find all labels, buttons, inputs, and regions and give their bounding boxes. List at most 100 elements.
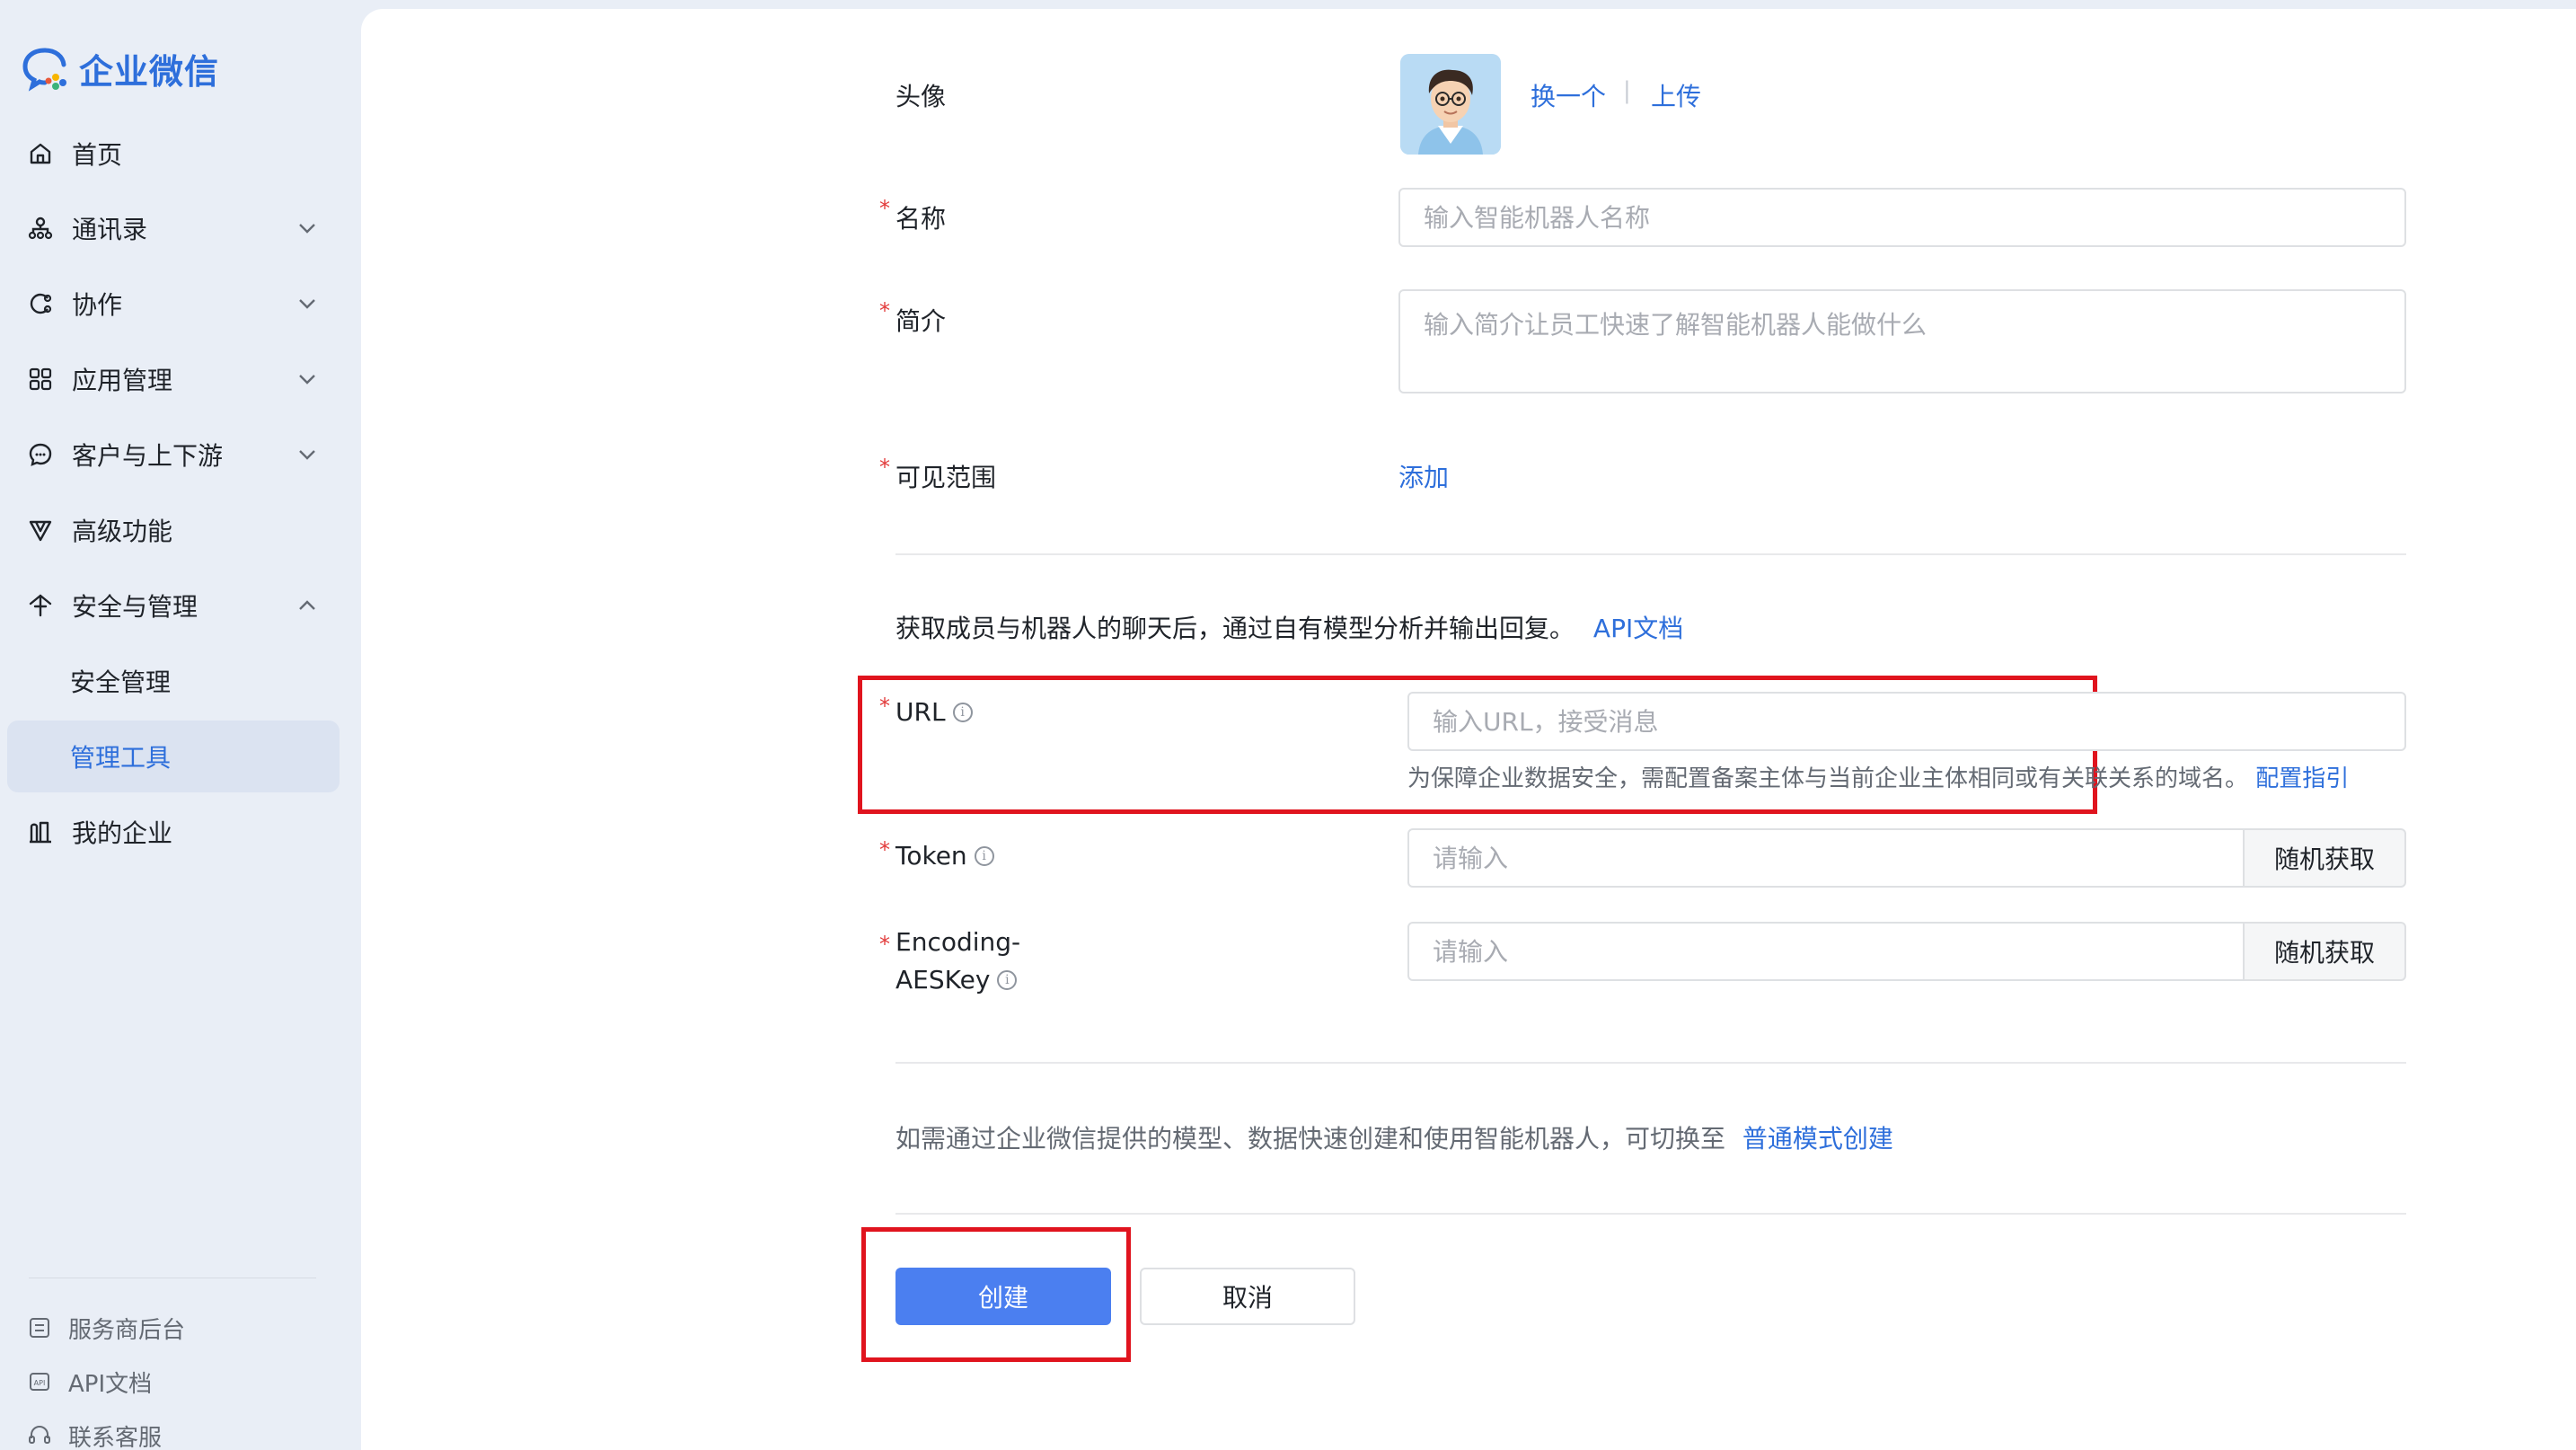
sidebar-item-contacts[interactable]: 通讯录 <box>7 192 340 264</box>
name-label: * 名称 <box>879 196 947 235</box>
sidebar-footer: 服务商后台 API API文档 联系客服 <box>27 1301 332 1450</box>
chevron-down-icon <box>299 450 315 460</box>
normal-mode-link[interactable]: 普通模式创建 <box>1742 1124 1893 1154</box>
footer-item-label: API文档 <box>68 1370 153 1398</box>
chat-bubble-icon <box>27 441 54 468</box>
panel-icon <box>27 1315 52 1340</box>
upload-avatar-link[interactable]: 上传 <box>1651 77 1701 113</box>
sidebar-subitem-management-tools[interactable]: 管理工具 <box>7 721 340 792</box>
sidebar-item-security[interactable]: 安全与管理 <box>7 570 340 641</box>
footer-item-label: 联系客服 <box>68 1424 163 1450</box>
main-panel: 头像 换一个 | 上传 * 名称 * 简介 * 可见范围 添加 <box>361 9 2576 1450</box>
aeskey-label-line2: AESKey <box>895 965 991 995</box>
footer-item-label: 服务商后台 <box>68 1316 186 1344</box>
sidebar-subitem-security-management[interactable]: 安全管理 <box>7 645 340 717</box>
intro-label-text: 简介 <box>895 306 947 336</box>
token-label-text: Token <box>895 841 967 871</box>
change-avatar-link[interactable]: 换一个 <box>1531 77 1606 113</box>
cancel-button[interactable]: 取消 <box>1140 1268 1355 1325</box>
wecom-logo-icon <box>22 45 72 92</box>
section-divider <box>895 1062 2406 1064</box>
api-doc-link[interactable]: API文档 <box>1593 614 1683 643</box>
sidebar-item-label: 协作 <box>72 290 123 320</box>
random-aeskey-button[interactable]: 随机获取 <box>2243 922 2406 981</box>
robot-avatar-image <box>1400 54 1501 155</box>
info-icon[interactable]: i <box>952 702 973 722</box>
headset-icon <box>27 1423 52 1448</box>
chevron-down-icon <box>299 375 315 385</box>
sidebar-item-app-management[interactable]: 应用管理 <box>7 343 340 415</box>
app-logo[interactable]: 企业微信 <box>22 43 219 93</box>
required-mark: * <box>879 455 890 480</box>
required-mark: * <box>879 298 890 323</box>
required-mark: * <box>879 837 890 862</box>
shield-icon <box>27 592 54 619</box>
home-icon <box>27 140 54 167</box>
sidebar-footer-support[interactable]: 联系客服 <box>27 1409 332 1450</box>
switch-mode-text: 如需通过企业微信提供的模型、数据快速创建和使用智能机器人，可切换至 普通模式创建 <box>895 1119 1893 1155</box>
sidebar-footer-api-docs[interactable]: API API文档 <box>27 1355 332 1409</box>
sidebar-footer-provider-backend[interactable]: 服务商后台 <box>27 1301 332 1355</box>
required-mark: * <box>879 694 890 719</box>
token-label: * Token i <box>879 837 994 871</box>
sidebar-item-my-enterprise[interactable]: 我的企业 <box>7 796 340 868</box>
name-label-text: 名称 <box>895 204 947 234</box>
svg-text:API: API <box>34 1379 46 1387</box>
sidebar-nav: 首页 通讯录 协作 应用管理 客户与上下游 高级功能 安全与管理 安全管理 管理… <box>7 119 340 871</box>
create-button[interactable]: 创建 <box>895 1268 1111 1325</box>
api-description-text: 获取成员与机器人的聊天后，通过自有模型分析并输出回复。 <box>895 614 1575 643</box>
scope-label-text: 可见范围 <box>895 463 997 492</box>
section-divider <box>895 553 2406 555</box>
sidebar-item-label: 首页 <box>72 140 123 170</box>
aeskey-label-line1: Encoding- <box>895 927 1021 957</box>
required-mark: * <box>879 196 890 221</box>
intro-label: * 简介 <box>879 298 947 338</box>
aeskey-label-line2-wrap: AESKey i <box>895 961 1020 999</box>
url-input[interactable] <box>1407 692 2406 751</box>
sidebar-item-customers[interactable]: 客户与上下游 <box>7 419 340 491</box>
intro-textarea[interactable] <box>1398 289 2406 393</box>
buildings-icon <box>27 818 54 845</box>
sidebar-item-label: 通讯录 <box>72 215 148 244</box>
api-doc-icon: API <box>27 1369 52 1394</box>
api-description: 获取成员与机器人的聊天后，通过自有模型分析并输出回复。 API文档 <box>895 609 1683 645</box>
sidebar-item-collaboration[interactable]: 协作 <box>7 268 340 340</box>
sidebar-item-label: 安全与管理 <box>72 592 198 622</box>
apps-grid-icon <box>27 366 54 393</box>
sidebar-item-label: 管理工具 <box>70 743 172 773</box>
sidebar-item-home[interactable]: 首页 <box>7 119 340 189</box>
link-separator: | <box>1623 77 1631 104</box>
aeskey-input[interactable] <box>1407 922 2245 981</box>
info-icon[interactable]: i <box>974 845 994 866</box>
sidebar-item-advanced[interactable]: 高级功能 <box>7 494 340 566</box>
org-chart-icon <box>27 215 54 242</box>
chevron-down-icon <box>299 299 315 309</box>
url-hint-text: 为保障企业数据安全，需配置备案主体与当前企业主体相同或有关联关系的域名。 <box>1407 765 2249 792</box>
app-title: 企业微信 <box>79 51 220 92</box>
chevron-up-icon <box>299 600 315 610</box>
sidebar-item-label: 应用管理 <box>72 366 173 395</box>
required-mark: * <box>879 932 890 957</box>
name-input[interactable] <box>1398 188 2406 247</box>
avatar-label: 头像 <box>895 82 947 111</box>
url-label: * URL i <box>879 694 973 727</box>
chevron-down-icon <box>299 224 315 234</box>
add-scope-link[interactable]: 添加 <box>1398 458 1449 494</box>
sidebar: 企业微信 首页 通讯录 协作 应用管理 客户与上下游 高级功能 安全与管理 安全… <box>0 0 361 1450</box>
url-label-text: URL <box>895 697 946 727</box>
avatar[interactable] <box>1400 54 1501 155</box>
section-divider <box>895 1213 2406 1215</box>
collaborate-icon <box>27 290 54 317</box>
aeskey-label: * Encoding- AESKey i <box>879 924 1021 999</box>
scope-label: * 可见范围 <box>879 455 997 494</box>
sidebar-item-label: 安全管理 <box>70 668 172 697</box>
url-hint: 为保障企业数据安全，需配置备案主体与当前企业主体相同或有关联关系的域名。 配置指… <box>1407 760 2349 793</box>
sidebar-item-label: 客户与上下游 <box>72 441 224 471</box>
config-guide-link[interactable]: 配置指引 <box>2255 765 2349 792</box>
advanced-v-icon <box>27 517 54 544</box>
random-token-button[interactable]: 随机获取 <box>2243 828 2406 888</box>
sidebar-item-label: 高级功能 <box>72 517 173 546</box>
info-icon[interactable]: i <box>997 970 1018 990</box>
sidebar-item-label: 我的企业 <box>72 818 173 848</box>
token-input[interactable] <box>1407 828 2245 888</box>
